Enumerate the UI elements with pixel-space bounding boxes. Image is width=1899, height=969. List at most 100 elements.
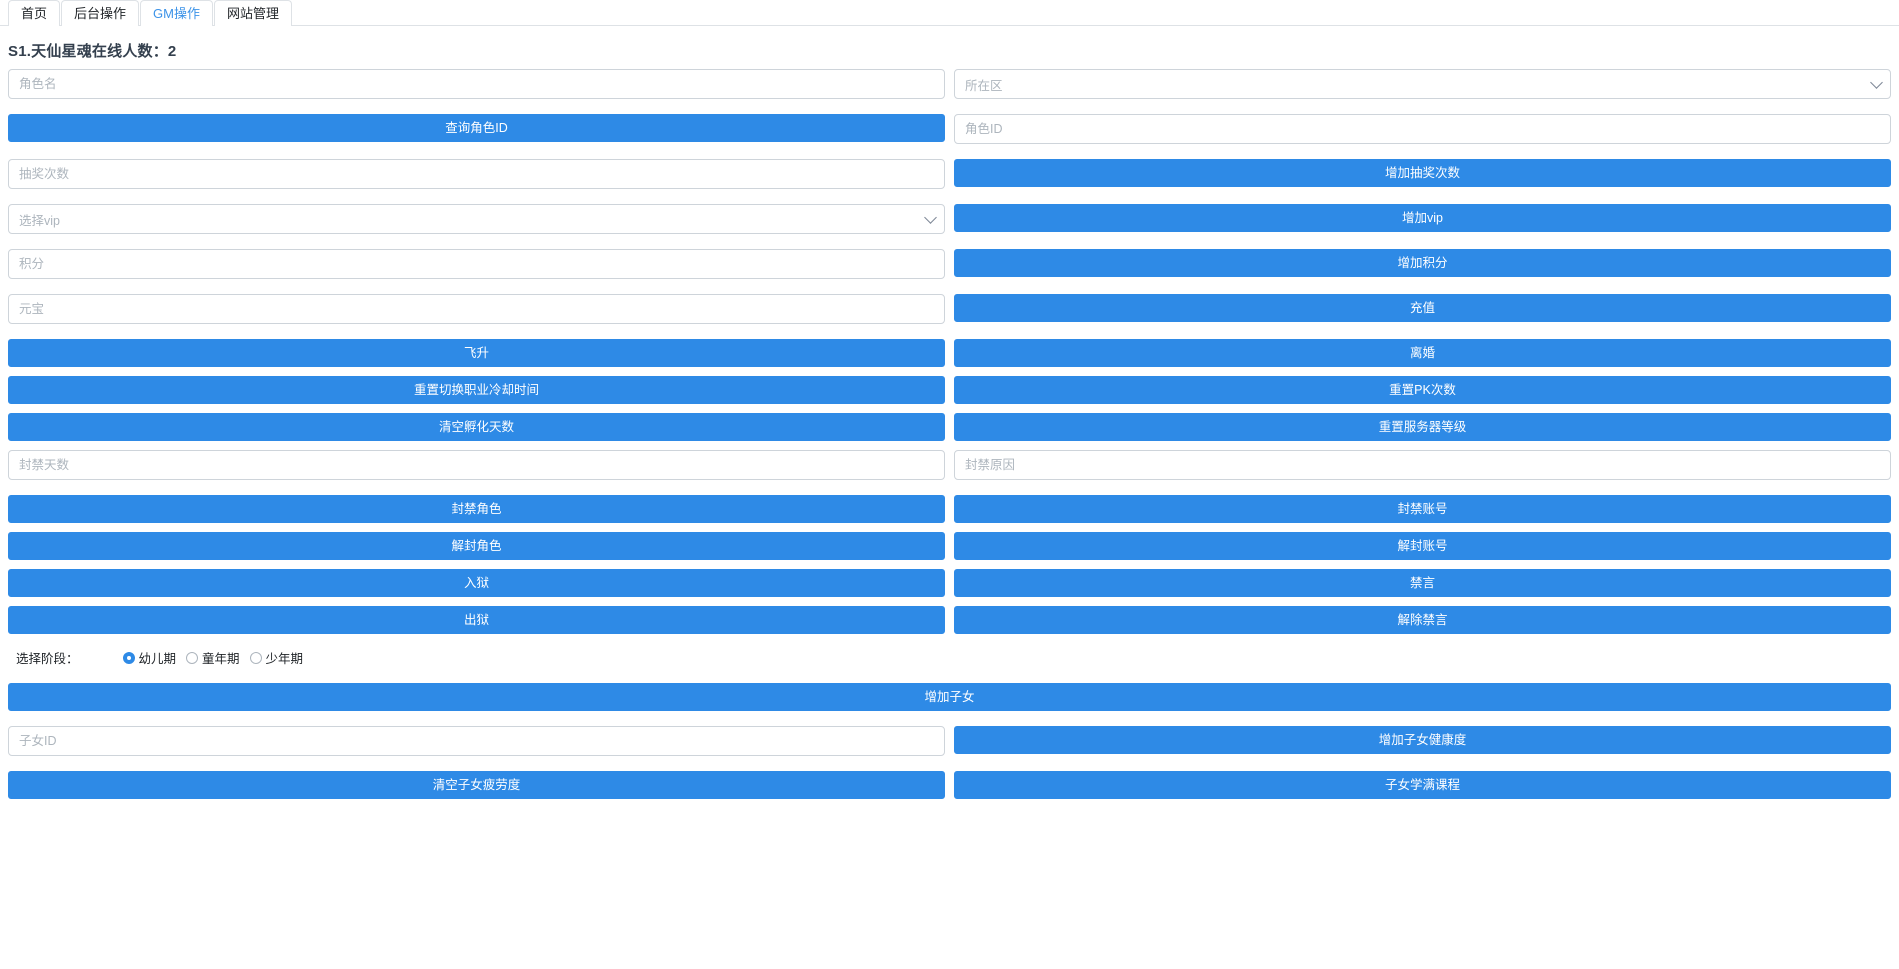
cell-add-draw-count: 增加抽奖次数 xyxy=(954,159,1891,189)
tab-backend-ops[interactable]: 后台操作 xyxy=(61,0,140,26)
stage-option-infant-label: 幼儿期 xyxy=(138,652,177,666)
clear-child-fatigue-button[interactable]: 清空子女疲劳度 xyxy=(8,771,945,799)
cell-unban-role: 解封角色 xyxy=(8,532,945,560)
row-ban-buttons: 封禁角色 封禁账号 xyxy=(8,495,1891,523)
add-draw-count-button[interactable]: 增加抽奖次数 xyxy=(954,159,1891,187)
row-reset-job-pk: 重置切换职业冷却时间 重置PK次数 xyxy=(8,376,1891,404)
release-jail-button[interactable]: 出狱 xyxy=(8,606,945,634)
row-draw-count: 增加抽奖次数 xyxy=(8,159,1891,189)
radio-icon xyxy=(249,651,262,664)
cell-mute: 禁言 xyxy=(954,569,1891,597)
points-input[interactable] xyxy=(8,249,945,279)
zone-select-value[interactable]: 所在区 xyxy=(954,69,1891,99)
cell-clear-child-fatigue: 清空子女疲劳度 xyxy=(8,771,945,799)
recharge-button[interactable]: 充值 xyxy=(954,294,1891,322)
add-child-button[interactable]: 增加子女 xyxy=(8,683,1891,711)
cell-role-id xyxy=(954,114,1891,144)
row-release-unmute: 出狱 解除禁言 xyxy=(8,606,1891,634)
row-ingot: 充值 xyxy=(8,294,1891,324)
cell-reset-pk-count: 重置PK次数 xyxy=(954,376,1891,404)
row-child-fatigue-course: 清空子女疲劳度 子女学满课程 xyxy=(8,771,1891,799)
cell-points xyxy=(8,249,945,279)
cell-divorce: 离婚 xyxy=(954,339,1891,367)
cell-ban-reason xyxy=(954,450,1891,480)
cell-add-child: 增加子女 xyxy=(8,683,1891,711)
row-ban-inputs xyxy=(8,450,1891,480)
tab-home[interactable]: 首页 xyxy=(8,0,61,26)
role-name-input[interactable] xyxy=(8,69,945,99)
main-tab-bar: 首页 后台操作 GM操作 网站管理 xyxy=(0,0,1899,26)
cell-add-vip: 增加vip xyxy=(954,204,1891,234)
unmute-button[interactable]: 解除禁言 xyxy=(954,606,1891,634)
cell-add-points: 增加积分 xyxy=(954,249,1891,279)
unban-role-button[interactable]: 解封角色 xyxy=(8,532,945,560)
jail-button[interactable]: 入狱 xyxy=(8,569,945,597)
stage-option-juvenile[interactable]: 少年期 xyxy=(249,648,304,667)
cell-child-finish-course: 子女学满课程 xyxy=(954,771,1891,799)
ban-role-button[interactable]: 封禁角色 xyxy=(8,495,945,523)
cell-zone-select: 所在区 xyxy=(954,69,1891,99)
row-points: 增加积分 xyxy=(8,249,1891,279)
reset-job-cooldown-button[interactable]: 重置切换职业冷却时间 xyxy=(8,376,945,404)
clear-hatch-days-button[interactable]: 清空孵化天数 xyxy=(8,413,945,441)
add-points-button[interactable]: 增加积分 xyxy=(954,249,1891,277)
stage-option-infant[interactable]: 幼儿期 xyxy=(122,648,177,667)
unban-account-button[interactable]: 解封账号 xyxy=(954,532,1891,560)
cell-unmute: 解除禁言 xyxy=(954,606,1891,634)
ban-account-button[interactable]: 封禁账号 xyxy=(954,495,1891,523)
cell-query-role-id-button: 查询角色ID xyxy=(8,114,945,144)
radio-icon xyxy=(186,651,199,664)
cell-child-id xyxy=(8,726,945,756)
cell-vip-select: 选择vip xyxy=(8,204,945,234)
cell-jail: 入狱 xyxy=(8,569,945,597)
gm-panel: 所在区 查询角色ID 增加抽奖次数 选择vip xyxy=(0,69,1899,799)
child-id-input[interactable] xyxy=(8,726,945,756)
cell-ascend: 飞升 xyxy=(8,339,945,367)
cell-ban-days xyxy=(8,450,945,480)
stage-option-childhood[interactable]: 童年期 xyxy=(186,648,240,667)
divorce-button[interactable]: 离婚 xyxy=(954,339,1891,367)
reset-pk-count-button[interactable]: 重置PK次数 xyxy=(954,376,1891,404)
cell-draw-count xyxy=(8,159,945,189)
cell-ban-account: 封禁账号 xyxy=(954,495,1891,523)
radio-icon xyxy=(122,651,135,664)
cell-unban-account: 解封账号 xyxy=(954,532,1891,560)
mute-button[interactable]: 禁言 xyxy=(954,569,1891,597)
draw-count-input[interactable] xyxy=(8,159,945,189)
ascend-button[interactable]: 飞升 xyxy=(8,339,945,367)
row-role-name-zone: 所在区 xyxy=(8,69,1891,99)
role-id-input[interactable] xyxy=(954,114,1891,144)
vip-select[interactable]: 选择vip xyxy=(8,204,945,234)
tab-gm-ops[interactable]: GM操作 xyxy=(140,0,213,26)
stage-label: 选择阶段： xyxy=(16,652,79,666)
row-ascend-divorce: 飞升 离婚 xyxy=(8,339,1891,367)
stage-option-childhood-label: 童年期 xyxy=(202,652,240,666)
cell-reset-job-cooldown: 重置切换职业冷却时间 xyxy=(8,376,945,404)
zone-select[interactable]: 所在区 xyxy=(954,69,1891,99)
cell-recharge: 充值 xyxy=(954,294,1891,324)
page-title: S1.天仙星魂在线人数：2 xyxy=(8,43,177,60)
row-unban-buttons: 解封角色 解封账号 xyxy=(8,532,1891,560)
cell-clear-hatch-days: 清空孵化天数 xyxy=(8,413,945,441)
stage-option-juvenile-label: 少年期 xyxy=(265,652,304,666)
tab-site-admin[interactable]: 网站管理 xyxy=(213,0,292,26)
add-vip-button[interactable]: 增加vip xyxy=(954,204,1891,232)
ban-days-input[interactable] xyxy=(8,450,945,480)
query-role-id-button[interactable]: 查询角色ID xyxy=(8,114,945,142)
ban-reason-input[interactable] xyxy=(954,450,1891,480)
cell-add-child-health: 增加子女健康度 xyxy=(954,726,1891,756)
cell-release-jail: 出狱 xyxy=(8,606,945,634)
cell-ban-role: 封禁角色 xyxy=(8,495,945,523)
add-child-health-button[interactable]: 增加子女健康度 xyxy=(954,726,1891,754)
cell-reset-server-level: 重置服务器等级 xyxy=(954,413,1891,441)
stage-radio-group: 选择阶段： 幼儿期 童年期 少年期 xyxy=(16,648,1891,667)
cell-role-name xyxy=(8,69,945,99)
reset-server-level-button[interactable]: 重置服务器等级 xyxy=(954,413,1891,441)
cell-ingot xyxy=(8,294,945,324)
row-vip: 选择vip 增加vip xyxy=(8,204,1891,234)
row-child-id-health: 增加子女健康度 xyxy=(8,726,1891,756)
vip-select-value[interactable]: 选择vip xyxy=(8,204,945,234)
ingot-input[interactable] xyxy=(8,294,945,324)
row-jail-mute: 入狱 禁言 xyxy=(8,569,1891,597)
child-finish-course-button[interactable]: 子女学满课程 xyxy=(954,771,1891,799)
